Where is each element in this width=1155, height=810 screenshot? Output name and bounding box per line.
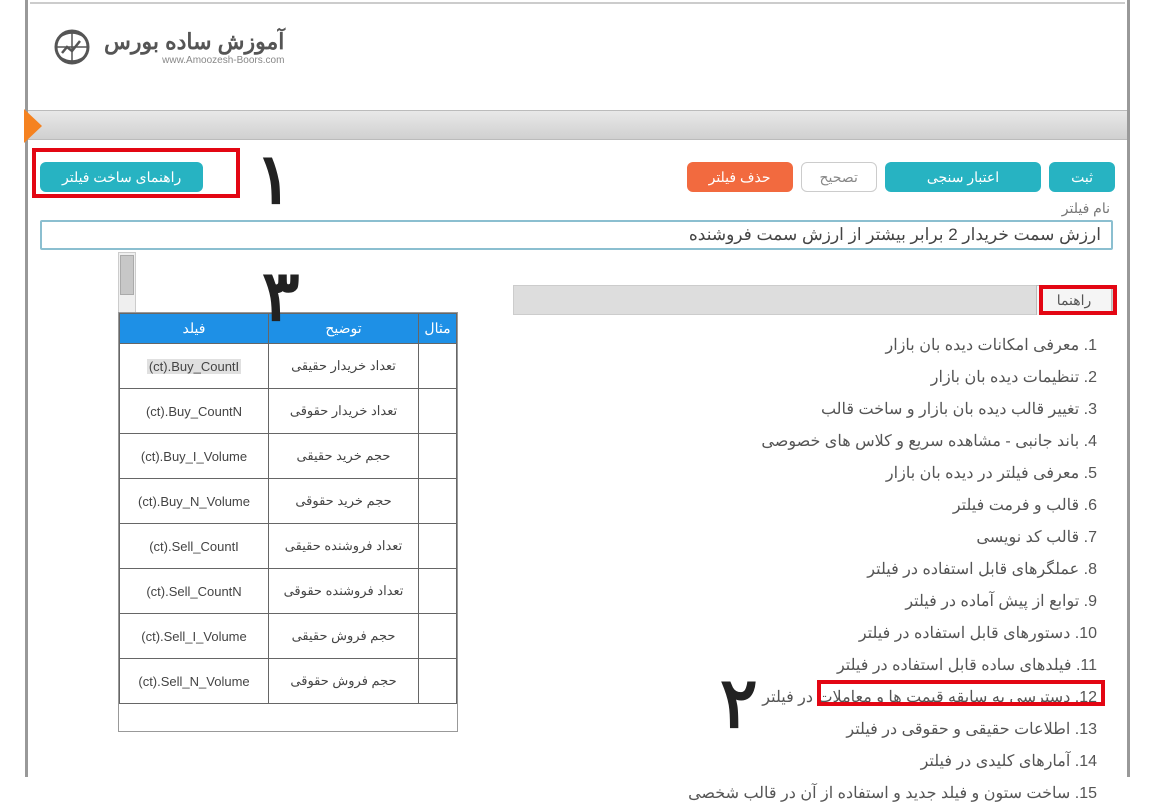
- cell-example: [419, 659, 457, 704]
- cell-field[interactable]: (ct).Sell_N_Volume: [120, 659, 269, 704]
- help-item[interactable]: ساخت ستون و فیلد جدید و استفاده از آن در…: [507, 778, 1097, 810]
- col-example: مثال: [419, 314, 457, 344]
- scroll-thumb[interactable]: [120, 255, 134, 295]
- logo-subtitle: www.Amoozesh-Boors.com: [104, 55, 284, 66]
- tab-help[interactable]: راهنما: [1036, 285, 1112, 315]
- toolbar: ثبت اعتبار سنجی تصحیح حذف فیلتر راهنمای …: [40, 158, 1115, 196]
- cell-field[interactable]: (ct).Buy_CountI: [120, 344, 269, 389]
- cell-field[interactable]: (ct).Buy_CountN: [120, 389, 269, 434]
- help-item[interactable]: معرفی امکانات دیده بان بازار: [507, 330, 1097, 362]
- cell-desc: حجم فروش حقوقی: [269, 659, 419, 704]
- help-item[interactable]: توابع از پیش آماده در فیلتر: [507, 586, 1097, 618]
- cell-example: [419, 479, 457, 524]
- help-build-filter-button[interactable]: راهنمای ساخت فیلتر: [40, 162, 203, 192]
- cell-desc: حجم خرید حقوقی: [269, 479, 419, 524]
- table-row: تعداد خریدار حقیقی(ct).Buy_CountI: [120, 344, 457, 389]
- correct-button[interactable]: تصحیح: [801, 162, 877, 192]
- cell-example: [419, 434, 457, 479]
- table-row: حجم فروش حقوقی(ct).Sell_N_Volume: [120, 659, 457, 704]
- cell-field[interactable]: (ct).Sell_CountI: [120, 524, 269, 569]
- header-bar: [28, 110, 1127, 140]
- help-item[interactable]: معرفی فیلتر در دیده بان بازار: [507, 458, 1097, 490]
- top-divider: [30, 2, 1125, 4]
- cell-desc: تعداد خریدار حقیقی: [269, 344, 419, 389]
- fields-table-panel: مثال توضیح فیلد تعداد خریدار حقیقی(ct).B…: [118, 312, 458, 732]
- filter-name-label: نام فیلتر: [1062, 200, 1110, 217]
- orange-notch-icon: [24, 109, 42, 143]
- submit-button[interactable]: ثبت: [1049, 162, 1115, 192]
- help-item[interactable]: دسترسی به سابقه قیمت ها و معاملات در فیل…: [507, 682, 1097, 714]
- table-row: تعداد فروشنده حقوقی(ct).Sell_CountN: [120, 569, 457, 614]
- delete-filter-button[interactable]: حذف فیلتر: [687, 162, 793, 192]
- validate-button[interactable]: اعتبار سنجی: [885, 162, 1041, 192]
- cell-example: [419, 614, 457, 659]
- annotation-marker-3: ۳: [262, 255, 300, 337]
- cell-example: [419, 569, 457, 614]
- help-item[interactable]: فیلدهای ساده قابل استفاده در فیلتر: [507, 650, 1097, 682]
- help-item[interactable]: عملگرهای قابل استفاده در فیلتر: [507, 554, 1097, 586]
- cell-desc: حجم فروش حقیقی: [269, 614, 419, 659]
- help-item[interactable]: دستورهای قابل استفاده در فیلتر: [507, 618, 1097, 650]
- help-item[interactable]: اطلاعات حقیقی و حقوقی در فیلتر: [507, 714, 1097, 746]
- help-item[interactable]: تغییر قالب دیده بان بازار و ساخت قالب: [507, 394, 1097, 426]
- table-row: تعداد خریدار حقوقی(ct).Buy_CountN: [120, 389, 457, 434]
- cell-example: [419, 344, 457, 389]
- logo-title: آموزش ساده بورس: [104, 29, 284, 55]
- cell-desc: تعداد خریدار حقوقی: [269, 389, 419, 434]
- cell-example: [419, 389, 457, 434]
- cell-example: [419, 524, 457, 569]
- table-row: حجم خرید حقوقی(ct).Buy_N_Volume: [120, 479, 457, 524]
- annotation-marker-2: ۲: [720, 662, 758, 744]
- cell-field[interactable]: (ct).Buy_N_Volume: [120, 479, 269, 524]
- fields-table: مثال توضیح فیلد تعداد خریدار حقیقی(ct).B…: [119, 313, 457, 704]
- site-logo: آموزش ساده بورس www.Amoozesh-Boors.com: [50, 25, 284, 69]
- globe-chart-icon: [50, 25, 94, 69]
- help-item[interactable]: قالب کد نویسی: [507, 522, 1097, 554]
- cell-desc: حجم خرید حقیقی: [269, 434, 419, 479]
- col-field: فیلد: [120, 314, 269, 344]
- help-item[interactable]: تنظیمات دیده بان بازار: [507, 362, 1097, 394]
- filter-name-input[interactable]: [40, 220, 1113, 250]
- cell-field[interactable]: (ct).Buy_I_Volume: [120, 434, 269, 479]
- cell-field[interactable]: (ct).Sell_I_Volume: [120, 614, 269, 659]
- table-row: حجم خرید حقیقی(ct).Buy_I_Volume: [120, 434, 457, 479]
- help-tab-bar: راهنما: [513, 285, 1113, 315]
- help-list: معرفی امکانات دیده بان بازارتنظیمات دیده…: [507, 330, 1097, 810]
- help-item[interactable]: قالب و فرمت فیلتر: [507, 490, 1097, 522]
- annotation-marker-1: ۱: [255, 138, 293, 220]
- cell-field[interactable]: (ct).Sell_CountN: [120, 569, 269, 614]
- help-item[interactable]: آمارهای کلیدی در فیلتر: [507, 746, 1097, 778]
- cell-desc: تعداد فروشنده حقوقی: [269, 569, 419, 614]
- cell-desc: تعداد فروشنده حقیقی: [269, 524, 419, 569]
- table-row: حجم فروش حقیقی(ct).Sell_I_Volume: [120, 614, 457, 659]
- table-row: تعداد فروشنده حقیقی(ct).Sell_CountI: [120, 524, 457, 569]
- help-item[interactable]: باند جانبی - مشاهده سریع و کلاس های خصوص…: [507, 426, 1097, 458]
